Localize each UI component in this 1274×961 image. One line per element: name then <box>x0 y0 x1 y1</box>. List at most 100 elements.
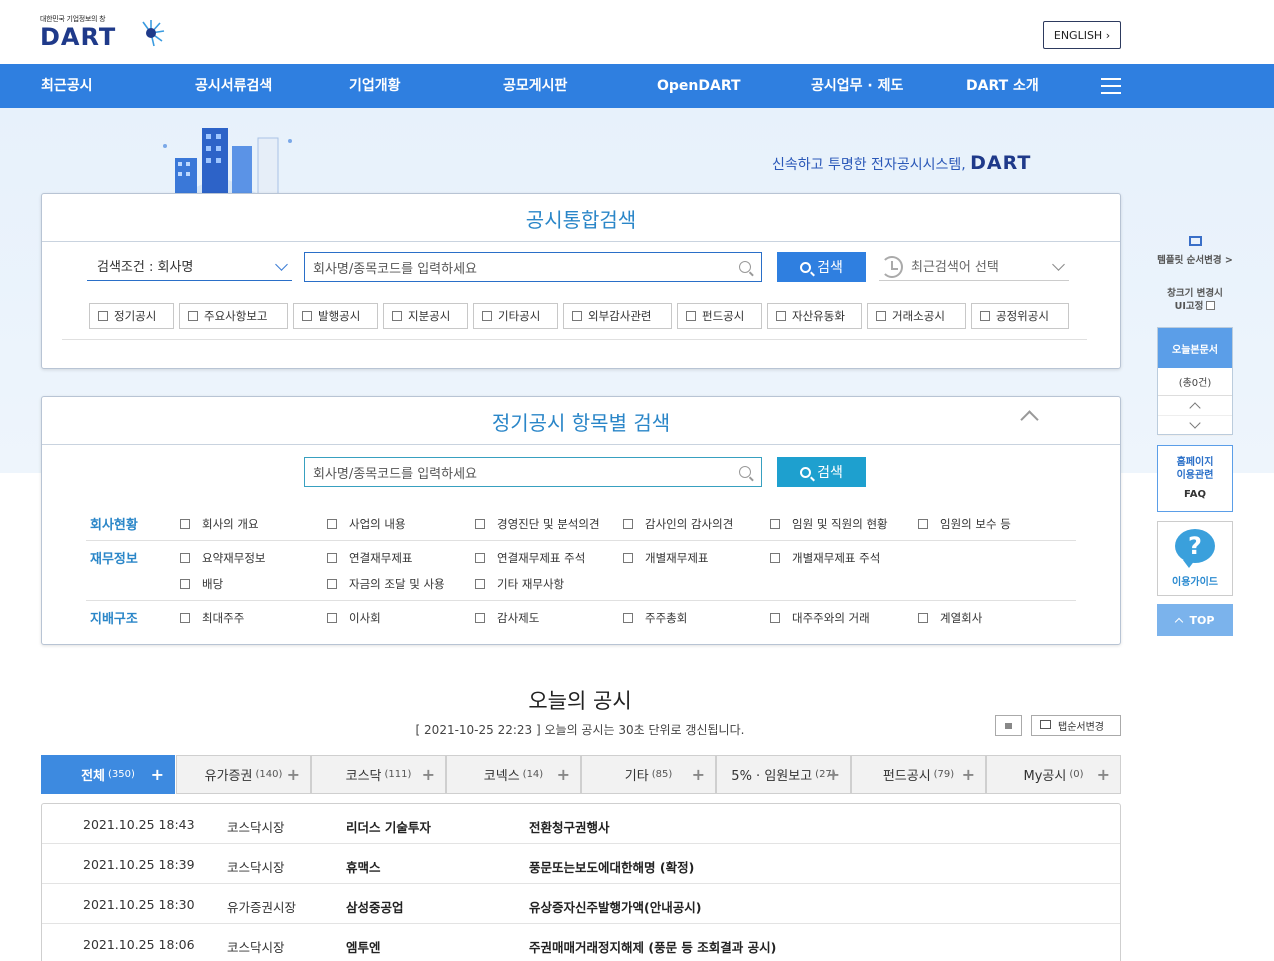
type-major-report[interactable]: 주요사항보고 <box>179 303 288 329</box>
plus-icon: + <box>691 765 705 784</box>
item-option[interactable]: 요약재무정보 <box>180 550 265 566</box>
monitor-icon <box>1040 720 1051 729</box>
monitor-icon <box>1188 236 1202 246</box>
template-order-button[interactable]: 템플릿 순서변경 > <box>1157 236 1233 266</box>
disclosure-list: 2021.10.25 18:43 코스닥시장 리더스 기술투자 전환청구권행사 20… <box>41 803 1121 961</box>
tab-5pct-exec[interactable]: 5% · 임원보고 (27) + <box>716 755 851 794</box>
recently-viewed-title: 오늘본문서 <box>1158 328 1232 368</box>
plus-icon: + <box>1096 765 1110 784</box>
recent-search-select[interactable]: 최근검색어 선택 <box>879 251 1069 281</box>
ui-fix-toggle[interactable]: 창크기 변경시 UI고정 <box>1157 287 1233 313</box>
item-option[interactable]: 개별재무제표 주석 <box>770 550 880 566</box>
item-option[interactable]: 감사제도 <box>475 610 539 626</box>
tab-fund[interactable]: 펀드공시 (79) + <box>851 755 986 794</box>
main-nav: 최근공시 공시서류검색 기업개황 공모게시판 OpenDART 공시업무 · 제… <box>0 64 1274 108</box>
faq-button[interactable]: 홈페이지 이용관련 FAQ <box>1157 445 1233 512</box>
plus-icon: + <box>286 765 300 784</box>
search-icon <box>739 261 751 273</box>
chevron-down-icon <box>1052 258 1065 271</box>
type-ftc[interactable]: 공정위공시 <box>971 303 1069 329</box>
search-icon <box>800 261 812 273</box>
type-issuance[interactable]: 발행공시 <box>293 303 378 329</box>
integrated-search-button[interactable]: 검색 <box>777 252 866 282</box>
menu-icon[interactable] <box>1101 78 1121 94</box>
item-option[interactable]: 이사회 <box>327 610 381 626</box>
item-option[interactable]: 임원 및 직원의 현황 <box>770 516 888 532</box>
item-search-button[interactable]: 검색 <box>777 457 866 487</box>
search-icon <box>739 466 751 478</box>
integrated-search-title: 공시통합검색 <box>525 208 637 232</box>
dart-logo[interactable]: 대한민국 기업정보의 창 DART <box>40 14 170 54</box>
tab-kospi[interactable]: 유가증권 (140) + <box>176 755 311 794</box>
item-option[interactable]: 회사의 개요 <box>180 516 259 532</box>
integrated-search-panel: 공시통합검색 검색조건 : 회사명 회사명/종목코드를 입력하세요 검색 최근검… <box>41 193 1121 369</box>
item-option[interactable]: 계열회사 <box>918 610 982 626</box>
tab-my[interactable]: My공시 (0) + <box>986 755 1121 794</box>
help-bubble-icon: ? <box>1175 529 1215 568</box>
logo-burst-icon <box>142 20 165 47</box>
tab-all[interactable]: 전체 (350) + <box>41 755 175 794</box>
type-fund[interactable]: 펀드공시 <box>677 303 762 329</box>
table-row[interactable]: 2021.10.25 18:06 코스닥시장 엠투엔 주권매매거래정지해제 (풍문 … <box>42 924 1120 961</box>
type-regular[interactable]: 정기공시 <box>89 303 174 329</box>
item-option[interactable]: 경영진단 및 분석의견 <box>475 516 600 532</box>
category-company-status: 회사현황 <box>90 518 138 533</box>
company-search-input[interactable]: 회사명/종목코드를 입력하세요 <box>304 252 762 282</box>
type-exchange[interactable]: 거래소공시 <box>867 303 966 329</box>
item-company-search-input[interactable]: 회사명/종목코드를 입력하세요 <box>304 457 762 487</box>
chevron-down-icon[interactable] <box>1158 416 1232 436</box>
item-option[interactable]: 연결재무제표 주석 <box>475 550 585 566</box>
item-option[interactable]: 연결재무제표 <box>327 550 412 566</box>
list-view-toggle-icon[interactable] <box>995 715 1022 736</box>
english-button[interactable]: ENGLISH › <box>1043 21 1121 49</box>
nav-offering-board[interactable]: 공모게시판 <box>503 64 567 108</box>
item-option[interactable]: 사업의 내용 <box>327 516 406 532</box>
nav-recent-disclosures[interactable]: 최근공시 <box>41 64 93 108</box>
nav-disclosure-system[interactable]: 공시업무 · 제도 <box>811 64 903 108</box>
plus-icon: + <box>826 765 840 784</box>
nav-opendart[interactable]: OpenDART <box>657 64 741 108</box>
item-option[interactable]: 임원의 보수 등 <box>918 516 1011 532</box>
nav-document-search[interactable]: 공시서류검색 <box>195 64 272 108</box>
chevron-down-icon <box>275 258 288 271</box>
nav-company-overview[interactable]: 기업개황 <box>349 64 401 108</box>
top-header: 대한민국 기업정보의 창 DART ENGLISH › <box>0 0 1274 64</box>
plus-icon: + <box>150 765 164 784</box>
plus-icon: + <box>421 765 435 784</box>
item-option[interactable]: 최대주주 <box>180 610 244 626</box>
item-option[interactable]: 기타 재무사항 <box>475 576 564 592</box>
recently-viewed-docs: 오늘본문서 (총0건) <box>1157 327 1233 436</box>
scroll-top-button[interactable]: TOP <box>1157 604 1233 636</box>
nav-about-dart[interactable]: DART 소개 <box>966 64 1039 108</box>
item-option[interactable]: 대주주와의 거래 <box>770 610 870 626</box>
plus-icon: + <box>961 765 975 784</box>
tab-other[interactable]: 기타 (85) + <box>581 755 716 794</box>
type-external-audit[interactable]: 외부감사관련 <box>563 303 672 329</box>
ui-fix-checkbox[interactable] <box>1206 301 1216 310</box>
chevron-up-icon[interactable] <box>1158 396 1232 416</box>
tab-konex[interactable]: 코넥스 (14) + <box>446 755 581 794</box>
table-row[interactable]: 2021.10.25 18:30 유가증권시장 삼성중공업 유상증자신주발행가액(안… <box>42 884 1120 924</box>
item-option[interactable]: 배당 <box>180 576 223 592</box>
today-subtitle: [ 2021-10-25 22:23 ] 오늘의 공시는 30초 단위로 갱신됩… <box>415 723 745 737</box>
table-row[interactable]: 2021.10.25 18:43 코스닥시장 리더스 기술투자 전환청구권행사 <box>42 804 1120 844</box>
clock-history-icon <box>881 256 903 278</box>
tab-kosdaq[interactable]: 코스닥 (111) + <box>311 755 446 794</box>
item-option[interactable]: 주주총회 <box>623 610 687 626</box>
search-condition-select[interactable]: 검색조건 : 회사명 <box>87 251 292 281</box>
tab-order-button[interactable]: 탭순서변경 <box>1031 715 1121 736</box>
item-search-panel: 정기공시 항목별 검색 회사명/종목코드를 입력하세요 검색 회사현황 회사의 … <box>41 396 1121 645</box>
item-search-title: 정기공시 항목별 검색 <box>491 411 671 435</box>
item-option[interactable]: 자금의 조달 및 사용 <box>327 576 445 592</box>
recently-viewed-count: (총0건) <box>1158 368 1232 396</box>
type-other[interactable]: 기타공시 <box>473 303 558 329</box>
type-equity[interactable]: 지분공시 <box>383 303 468 329</box>
chevron-up-icon <box>1174 617 1183 627</box>
today-title: 오늘의 공시 <box>528 689 632 713</box>
category-financial-info: 재무정보 <box>90 552 138 567</box>
item-option[interactable]: 감사인의 감사의견 <box>623 516 733 532</box>
item-option[interactable]: 개별재무제표 <box>623 550 708 566</box>
type-securitization[interactable]: 자산유동화 <box>767 303 862 329</box>
table-row[interactable]: 2021.10.25 18:39 코스닥시장 휴맥스 풍문또는보도에대한해명 (확정… <box>42 844 1120 884</box>
user-guide-button[interactable]: ? 이용가이드 <box>1157 521 1233 596</box>
